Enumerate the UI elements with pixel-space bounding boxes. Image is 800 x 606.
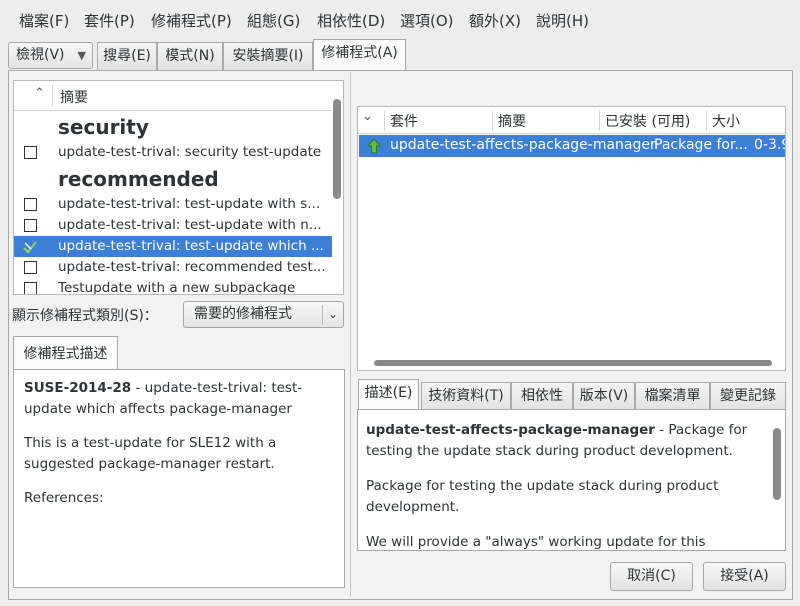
patch-row[interactable]: update-test-trival: test-update with s..… <box>14 194 332 215</box>
patch-label: Testupdate with a new subpackage <box>58 280 296 295</box>
combo-separator <box>322 305 323 325</box>
menu-file[interactable]: 檔案(F) <box>19 10 69 31</box>
tab-installation-summary[interactable]: 安裝摘要(I) <box>223 42 313 70</box>
menu-options[interactable]: 選項(O) <box>400 10 454 31</box>
patch-label: update-test-trival: test-update which ..… <box>58 238 324 254</box>
patch-id: SUSE-2014-28 <box>24 380 132 396</box>
package-row-selected[interactable]: update-test-affects-package-manager Pack… <box>359 135 785 157</box>
update-arrow-icon[interactable] <box>367 138 381 154</box>
patch-label: update-test-trival: security test-update <box>58 144 322 160</box>
patch-row[interactable]: update-test-trival: test-update with n..… <box>14 215 332 236</box>
patch-label: update-test-trival: test-update with n..… <box>58 217 322 233</box>
patch-description-panel: SUSE-2014-28 - update-test-trival: test-… <box>13 369 345 588</box>
sort-up-icon[interactable]: ⌃ <box>34 86 45 101</box>
patch-list: ⌃ 摘要 security update-test-trival: securi… <box>13 80 344 295</box>
patch-row[interactable]: update-test-trival: recommended test... <box>14 257 332 278</box>
pane-splitter[interactable] <box>350 72 351 597</box>
detail-scrollbar[interactable] <box>773 428 781 500</box>
patch-label: update-test-trival: recommended test... <box>58 259 326 275</box>
tab-patches[interactable]: 修補程式(A) <box>313 39 406 70</box>
patch-checkbox[interactable] <box>24 282 37 294</box>
patch-references: References: <box>24 490 104 506</box>
cancel-button[interactable]: 取消(C) <box>610 562 693 591</box>
category-combo[interactable]: 需要的修補程式 ⌄ <box>183 301 344 328</box>
column-separator <box>384 111 385 131</box>
column-summary[interactable]: 摘要 <box>498 111 526 131</box>
menu-package[interactable]: 套件(P) <box>84 10 135 31</box>
tab-dependencies[interactable]: 相依性 <box>511 382 573 409</box>
detail-package-name: update-test-affects-package-manager <box>366 422 655 438</box>
patch-row[interactable]: Testupdate with a new subpackage <box>14 278 332 295</box>
tab-versions[interactable]: 版本(V) <box>573 382 635 409</box>
column-separator <box>52 85 53 106</box>
patch-label: update-test-trival: test-update with s..… <box>58 196 321 212</box>
sort-down-icon[interactable]: ⌄ <box>362 109 373 124</box>
patch-list-scrollbar[interactable] <box>333 99 341 199</box>
patch-row-selected[interactable]: update-test-trival: test-update which ..… <box>14 236 332 257</box>
package-table-hscrollbar[interactable] <box>374 360 772 366</box>
menu-help[interactable]: 說明(H) <box>536 10 589 31</box>
detail-paragraph: Package for testing the update stack dur… <box>366 478 719 515</box>
column-separator <box>492 111 493 131</box>
patch-list-header[interactable]: ⌃ 摘要 <box>14 81 332 111</box>
category-label: 顯示修補程式類別(S)： <box>12 308 158 324</box>
column-size[interactable]: 大小 <box>712 111 740 131</box>
detail-paragraph: We will provide a "always" working updat… <box>366 534 706 550</box>
view-combo-label: 檢視(V) <box>16 47 65 63</box>
package-name: update-test-affects-package-manager <box>390 137 656 153</box>
package-installed: 0-3.9 <box>754 137 785 153</box>
package-table: ⌄ 套件 摘要 已安裝 (可用) 大小 update-test-affects-… <box>357 106 786 371</box>
summary-column-header[interactable]: 摘要 <box>60 87 88 107</box>
patch-checkbox[interactable] <box>24 198 37 211</box>
menubar: 檔案(F) 套件(P) 修補程式(P) 組態(G) 相依性(D) 選項(O) 額… <box>0 0 800 38</box>
column-separator <box>706 111 707 131</box>
tab-patch-description[interactable]: 修補程式描述 <box>13 336 118 370</box>
group-security-heading: security <box>58 115 149 139</box>
menu-configuration[interactable]: 組態(G) <box>247 10 300 31</box>
column-package[interactable]: 套件 <box>390 111 418 131</box>
column-installed[interactable]: 已安裝 (可用) <box>605 111 690 131</box>
install-check-icon[interactable] <box>22 239 38 255</box>
group-recommended-heading: recommended <box>58 167 219 191</box>
patch-checkbox[interactable] <box>24 219 37 232</box>
patch-body: This is a test-update for SLE12 with a s… <box>24 435 277 472</box>
package-description-panel: update-test-affects-package-manager - Pa… <box>357 409 786 551</box>
tab-patterns[interactable]: 模式(N) <box>157 42 223 70</box>
menu-patch[interactable]: 修補程式(P) <box>151 10 232 31</box>
package-table-header: ⌄ 套件 摘要 已安裝 (可用) 大小 <box>358 107 785 134</box>
tab-search[interactable]: 搜尋(E) <box>97 42 157 70</box>
chevron-down-icon: ▼ <box>77 49 86 62</box>
tab-technical-data[interactable]: 技術資料(T) <box>421 382 511 409</box>
tab-file-list[interactable]: 檔案清單 <box>635 382 710 409</box>
chevron-down-icon: ⌄ <box>327 307 338 321</box>
menu-dependencies[interactable]: 相依性(D) <box>317 10 385 31</box>
view-combo[interactable]: 檢視(V) ▼ <box>8 42 93 69</box>
tab-description[interactable]: 描述(E) <box>358 379 419 410</box>
patch-checkbox[interactable] <box>24 146 37 159</box>
tab-changelog[interactable]: 變更記錄 <box>710 382 786 409</box>
accept-button[interactable]: 接受(A) <box>703 562 786 591</box>
category-selected: 需要的修補程式 <box>194 306 292 322</box>
menu-extras[interactable]: 額外(X) <box>469 10 521 31</box>
patch-row[interactable]: update-test-trival: security test-update <box>14 142 332 163</box>
package-summary: Package for... <box>654 137 748 153</box>
column-separator <box>599 111 600 131</box>
patch-checkbox[interactable] <box>24 261 37 274</box>
